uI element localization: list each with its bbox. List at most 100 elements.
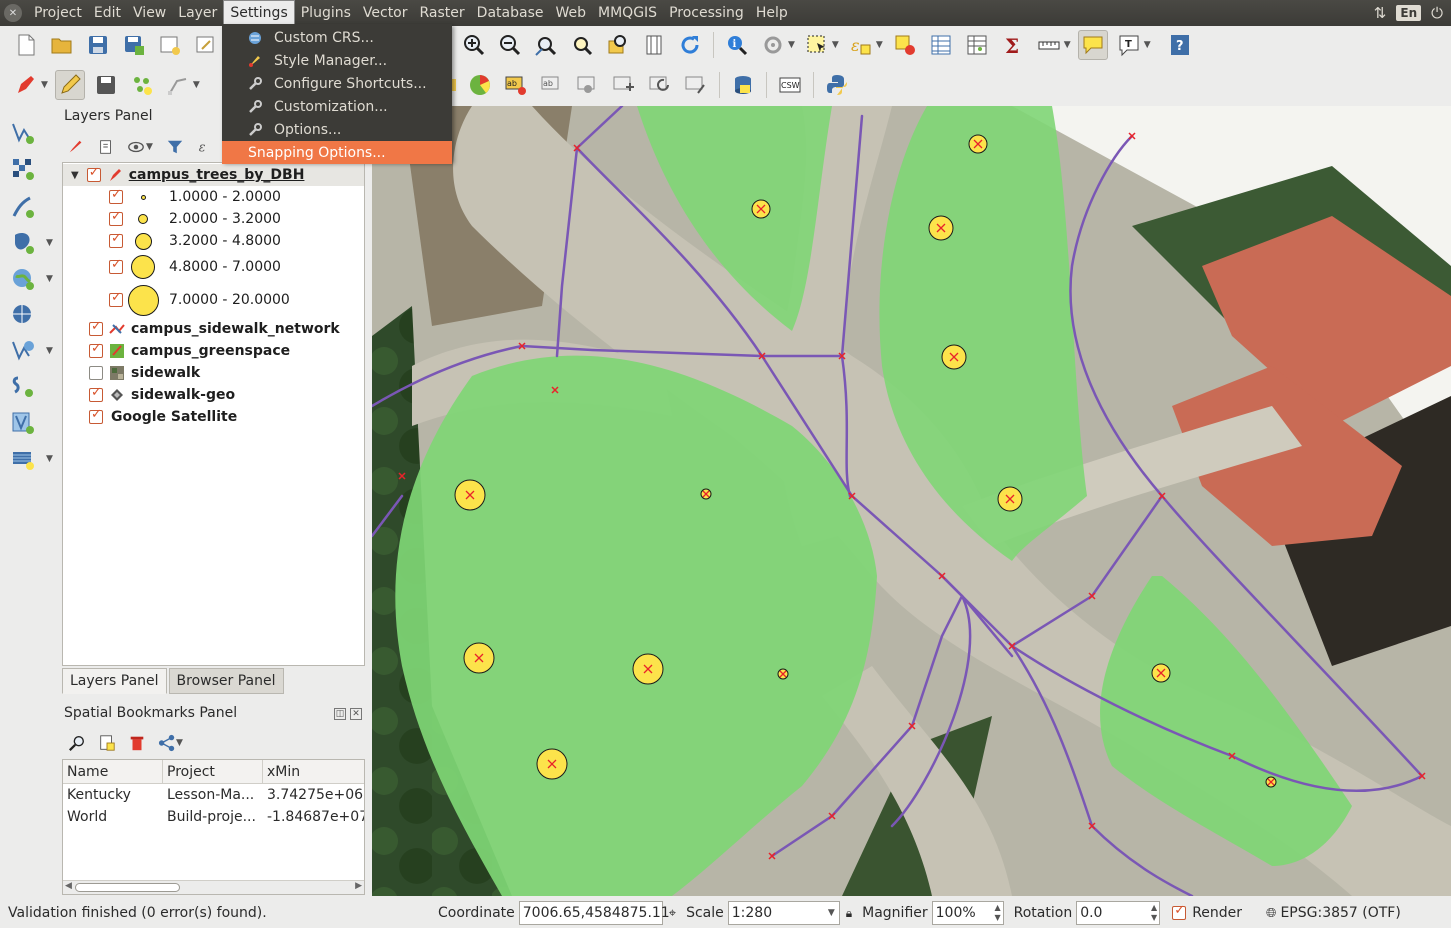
field-calculator-icon[interactable]	[962, 30, 992, 60]
deselect-all-icon[interactable]	[890, 30, 920, 60]
layer-visibility-checkbox[interactable]	[89, 341, 103, 358]
table-row[interactable]: World Build-proje... -1.84687e+07	[63, 806, 364, 828]
scroll-right-icon[interactable]: ▶	[355, 881, 362, 891]
layer-row-sidewalk-network[interactable]: campus_sidewalk_network	[63, 318, 364, 340]
filter-legend-icon[interactable]	[163, 135, 187, 159]
layout-manager-icon[interactable]	[191, 30, 221, 60]
column-header-xmin[interactable]: xMin	[263, 760, 364, 783]
menu-mmqgis[interactable]: MMQGIS	[592, 0, 663, 26]
select-by-expression-icon[interactable]: ε	[846, 30, 876, 60]
map-canvas[interactable]	[372, 106, 1451, 896]
menu-item-style-manager[interactable]: Style Manager...	[222, 49, 452, 72]
menu-help[interactable]: Help	[750, 0, 794, 26]
python-console-icon[interactable]	[822, 70, 852, 100]
current-edits-icon[interactable]	[11, 70, 41, 100]
create-shapefile-icon[interactable]	[8, 444, 38, 474]
measure-line-icon[interactable]	[1034, 30, 1064, 60]
menu-vector[interactable]: Vector	[357, 0, 414, 26]
add-spatialite-layer-icon[interactable]	[8, 192, 38, 222]
chevron-down-icon[interactable]: ▼	[46, 454, 53, 464]
new-print-layout-icon[interactable]	[155, 30, 185, 60]
layer-visibility-checkbox[interactable]	[89, 366, 103, 380]
menu-raster[interactable]: Raster	[414, 0, 471, 26]
tab-layers-panel[interactable]: Layers Panel	[62, 668, 167, 694]
zoom-to-bookmark-icon[interactable]	[66, 732, 88, 754]
zoom-to-selection-icon[interactable]	[567, 30, 597, 60]
zoom-in-icon[interactable]	[459, 30, 489, 60]
layer-visibility-checkbox[interactable]	[86, 165, 101, 182]
open-project-icon[interactable]	[47, 30, 77, 60]
new-bookmark-icon[interactable]	[96, 732, 118, 754]
menu-edit[interactable]: Edit	[88, 0, 127, 26]
network-arrows-icon[interactable]: ⇅	[1374, 4, 1387, 22]
coordinate-field[interactable]: 7006.65,4584875.11	[518, 901, 670, 925]
text-annotation-icon[interactable]: T	[1114, 30, 1144, 60]
spinner-arrows-icon[interactable]: ▲ ▼	[1151, 903, 1157, 923]
close-panel-icon[interactable]: ✕	[350, 708, 362, 720]
zoom-full-icon[interactable]	[531, 30, 561, 60]
move-label-icon[interactable]	[609, 70, 639, 100]
chevron-down-icon[interactable]: ▼	[193, 80, 200, 90]
chevron-down-icon[interactable]: ▼	[832, 40, 839, 50]
menu-item-options[interactable]: Options...	[222, 118, 452, 141]
zoom-to-layer-icon[interactable]	[603, 30, 633, 60]
menu-database[interactable]: Database	[471, 0, 550, 26]
legend-row[interactable]: 2.0000 - 3.2000	[63, 208, 364, 230]
legend-checkbox[interactable]	[109, 209, 123, 226]
help-icon[interactable]: ?	[1165, 30, 1195, 60]
zoom-native-icon[interactable]	[639, 30, 669, 60]
legend-checkbox[interactable]	[109, 187, 123, 204]
legend-row[interactable]: 7.0000 - 20.0000	[63, 283, 364, 317]
add-vector-layer-icon[interactable]	[8, 118, 38, 148]
layer-styling-icon[interactable]	[64, 135, 88, 159]
attribute-table-icon[interactable]	[926, 30, 956, 60]
chevron-down-icon[interactable]: ▼	[146, 142, 153, 152]
db-manager-icon[interactable]	[728, 70, 758, 100]
add-group-icon[interactable]	[94, 135, 118, 159]
statistics-sum-icon[interactable]: Σ	[998, 30, 1028, 60]
chevron-down-icon[interactable]: ▼	[828, 902, 835, 924]
layer-row-sidewalk[interactable]: sidewalk	[63, 362, 364, 384]
rotation-spinbox[interactable]: 0.0 ▲ ▼	[1076, 901, 1161, 925]
show-hide-labels-icon[interactable]	[573, 70, 603, 100]
layer-row-google-satellite[interactable]: Google Satellite	[63, 406, 364, 428]
layer-visibility-checkbox[interactable]	[89, 385, 103, 402]
add-raster-layer-icon[interactable]	[8, 154, 38, 184]
select-features-icon[interactable]	[802, 30, 832, 60]
layer-row-greenspace[interactable]: campus_greenspace	[63, 340, 364, 362]
layer-row-sidewalk-geo[interactable]: sidewalk-geo	[63, 384, 364, 406]
collapse-arrow-icon[interactable]: ▼	[71, 170, 79, 181]
scroll-left-icon[interactable]: ◀	[65, 881, 72, 891]
menu-processing[interactable]: Processing	[663, 0, 750, 26]
add-delimited-text-layer-icon[interactable]	[8, 372, 38, 402]
legend-row[interactable]: 4.8000 - 7.0000	[63, 253, 364, 281]
refresh-icon[interactable]	[675, 30, 705, 60]
run-action-icon[interactable]	[758, 30, 788, 60]
chevron-down-icon[interactable]: ▼	[1144, 40, 1151, 50]
chevron-down-icon[interactable]: ▼	[1064, 40, 1071, 50]
magnifier-spinbox[interactable]: 100% ▲ ▼	[931, 901, 1004, 925]
menu-item-configure-shortcuts[interactable]: Configure Shortcuts...	[222, 72, 452, 95]
menu-view[interactable]: View	[127, 0, 172, 26]
add-wfs-layer-icon[interactable]	[8, 336, 38, 366]
power-icon[interactable]: ⏻	[1431, 4, 1443, 22]
column-header-name[interactable]: Name	[63, 760, 163, 783]
add-wcs-layer-icon[interactable]	[8, 300, 38, 330]
render-checkbox[interactable]	[1172, 903, 1187, 920]
chevron-down-icon[interactable]: ▼	[176, 738, 183, 748]
lock-icon[interactable]: 🔒︎	[846, 906, 852, 921]
chevron-down-icon[interactable]: ▼	[788, 40, 795, 50]
layer-row-campus-trees[interactable]: ▼ campus_trees_by_DBH	[63, 164, 364, 186]
tab-browser-panel[interactable]: Browser Panel	[168, 668, 284, 694]
manage-visibility-icon[interactable]	[124, 135, 148, 159]
menu-web[interactable]: Web	[549, 0, 592, 26]
filter-by-expression-icon[interactable]: ε	[193, 135, 217, 159]
menu-item-customization[interactable]: Customization...	[222, 95, 452, 118]
legend-row[interactable]: 1.0000 - 2.0000	[63, 186, 364, 208]
chevron-down-icon[interactable]: ▼	[876, 40, 883, 50]
horizontal-scrollbar[interactable]: ◀ ▶	[63, 880, 364, 894]
add-postgis-layer-icon[interactable]	[8, 228, 38, 258]
column-header-project[interactable]: Project	[163, 760, 263, 783]
save-as-icon[interactable]	[119, 30, 149, 60]
change-label-icon[interactable]	[681, 70, 711, 100]
